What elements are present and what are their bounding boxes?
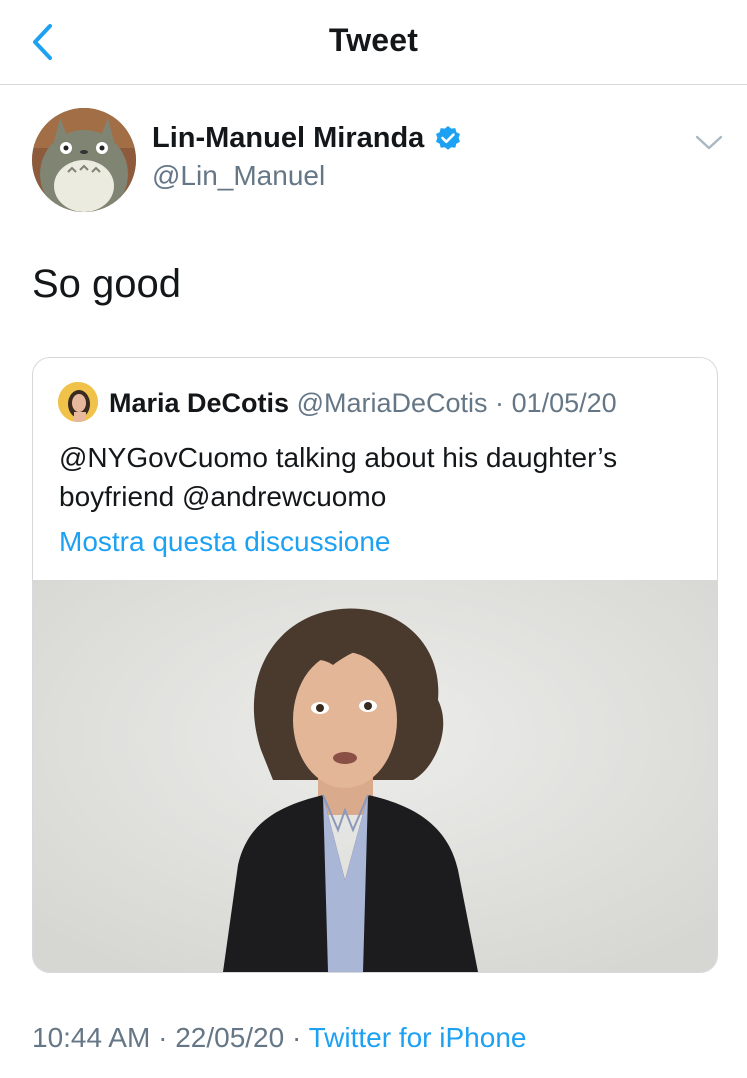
quoted-author-handle[interactable]: @MariaDeCotis [297, 388, 488, 418]
author-name: Lin-Manuel Miranda [152, 122, 425, 154]
quoted-tweet-header: Maria DeCotis @MariaDeCotis · 01/05/20 [109, 388, 617, 419]
quoted-separator: · [495, 388, 505, 418]
verified-badge-icon [436, 125, 461, 150]
quoted-date: 01/05/20 [511, 388, 617, 418]
tweet-detail-screen: Tweet Lin-Manuel Miranda @Lin_Manuel So … [0, 0, 747, 1078]
quoted-tweet-text: @NYGovCuomo talking about his daughter’s… [59, 442, 618, 512]
quoted-tweet-card[interactable]: Maria DeCotis @MariaDeCotis · 01/05/20 @… [32, 357, 718, 973]
author-name-row[interactable]: Lin-Manuel Miranda [152, 122, 462, 155]
video-thumbnail-image [33, 580, 717, 972]
quoted-avatar-image [58, 382, 98, 422]
quoted-author-name[interactable]: Maria DeCotis [109, 388, 289, 418]
chevron-down-icon [695, 135, 723, 150]
tweet-time: 10:44 AM [32, 1022, 151, 1053]
meta-separator-2: · [291, 1022, 302, 1053]
tweet-meta: 10:44 AM · 22/05/20 · Twitter for iPhone [32, 1022, 526, 1054]
show-thread-link[interactable]: Mostra questa discussione [59, 526, 391, 558]
author-handle[interactable]: @Lin_Manuel [152, 160, 325, 192]
author-avatar[interactable] [32, 108, 136, 212]
tweet-source-link[interactable]: Twitter for iPhone [309, 1022, 527, 1053]
more-options-button[interactable] [692, 130, 726, 154]
page-title: Tweet [328, 22, 419, 58]
totoro-avatar-image [32, 108, 136, 212]
meta-separator-1: · [158, 1022, 168, 1053]
quoted-tweet-media[interactable] [33, 580, 717, 972]
tweet-date: 22/05/20 [175, 1022, 285, 1053]
tweet-text: So good [32, 262, 182, 306]
nav-bar: Tweet [0, 0, 747, 85]
quoted-author-avatar[interactable] [58, 382, 98, 422]
